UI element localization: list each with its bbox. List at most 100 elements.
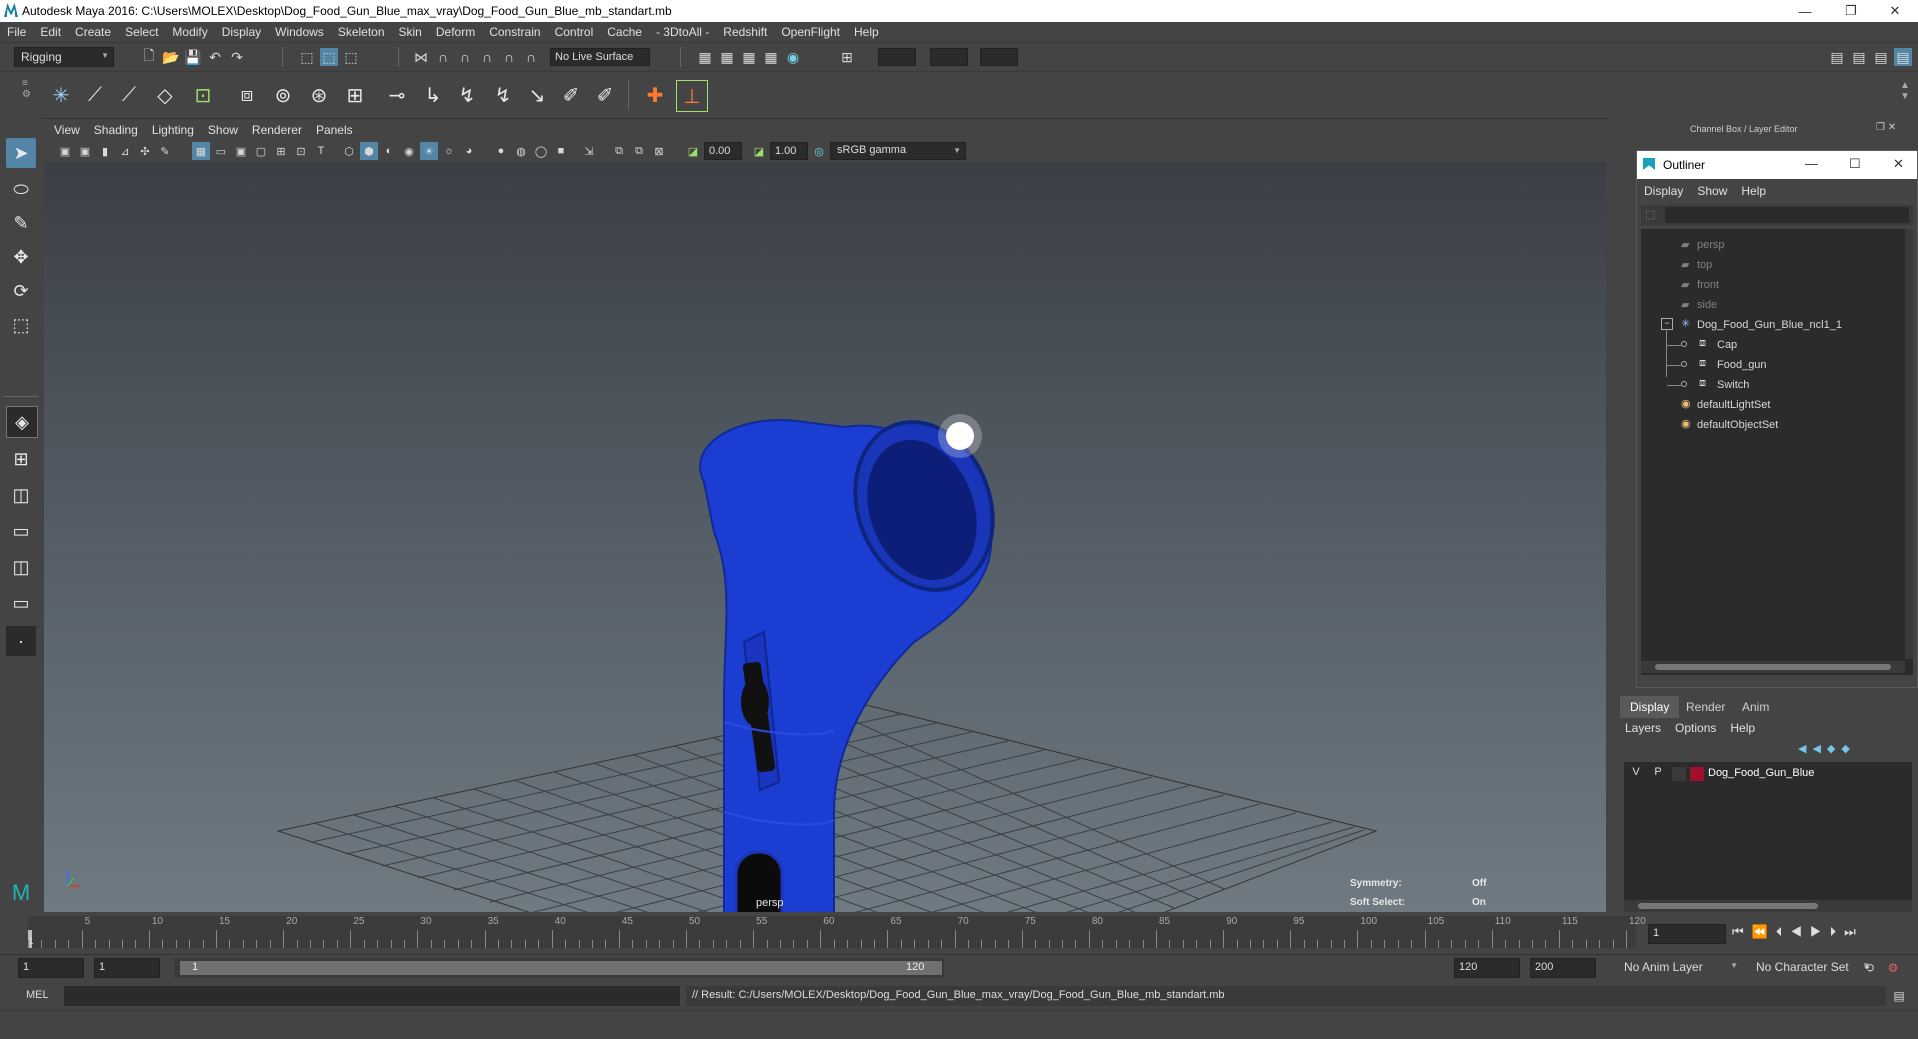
end-time-field[interactable]: 200 (1530, 958, 1596, 978)
hypershade-icon[interactable]: ◉ (784, 48, 802, 66)
restore-button[interactable]: ❐ (1828, 0, 1874, 22)
wireframe-on-shaded-icon[interactable]: ◐ (380, 142, 398, 160)
blend-shape-icon[interactable]: ⊞ (340, 80, 370, 110)
motion-blur-icon[interactable]: ● (492, 142, 510, 160)
layer-color-swatch[interactable] (1690, 767, 1704, 781)
paint-weights-icon[interactable]: ✐ (556, 80, 586, 110)
layer-action-icons[interactable]: ◀◀◆◆ (1798, 742, 1856, 755)
select-hierarchy-icon[interactable]: ⬚ (298, 48, 316, 66)
outliner-maximize-button[interactable]: ☐ (1849, 156, 1861, 172)
outliner-menu-display[interactable]: Display (1637, 181, 1690, 198)
outliner-vertical-scrollbar[interactable] (1905, 229, 1913, 659)
z-field[interactable] (980, 48, 1018, 66)
locator-icon[interactable]: ✐ (590, 80, 620, 110)
camera-attr-icon[interactable]: ▣ (76, 142, 94, 160)
outliner-item-side[interactable]: ▰ side (1641, 295, 1913, 315)
ipr-render-icon[interactable]: ▦ (740, 48, 758, 66)
gate-mask-icon[interactable]: ▢ (252, 142, 270, 160)
vp-menu-shading[interactable]: Shading (87, 120, 145, 137)
render-view-icon[interactable]: ▦ (762, 48, 780, 66)
color-management-icon[interactable]: ◎ (810, 142, 828, 160)
menu-openflight[interactable]: OpenFlight (774, 22, 847, 39)
lasso-tool-icon[interactable]: ⬭ (6, 174, 36, 204)
outliner-menu-help[interactable]: Help (1734, 181, 1773, 198)
menu-3dtoall[interactable]: - 3DtoAll - (649, 22, 716, 39)
textured-icon[interactable]: ◉ (400, 142, 418, 160)
exposure-field[interactable]: 0.00 (704, 142, 742, 160)
outliner-item-switch[interactable]: ⧈ Switch (1641, 375, 1913, 395)
snap-point-icon[interactable]: ∩ (456, 48, 474, 66)
play-back-icon[interactable]: ◀ (1790, 924, 1810, 939)
layer-menu-help[interactable]: Help (1723, 718, 1762, 735)
wireframe-icon[interactable]: ⬡ (340, 142, 358, 160)
persp-graph-layout-icon[interactable]: ▭ (6, 516, 36, 546)
snap-surface-icon[interactable]: ∩ (500, 48, 518, 66)
multisample-aa-icon[interactable]: ◍ (512, 142, 530, 160)
film-gate-icon[interactable]: ▭ (212, 142, 230, 160)
rotate-tool-icon[interactable]: ⟳ (6, 276, 36, 306)
add-attr-icon[interactable]: ✚ (640, 80, 670, 110)
camera-select-icon[interactable]: ▣ (56, 142, 74, 160)
step-forward-icon[interactable]: ⏵ (1830, 924, 1845, 939)
menu-create[interactable]: Create (68, 22, 118, 39)
connection-editor-icon[interactable]: ⊥ (676, 80, 708, 112)
point-constraint-icon[interactable]: ⊸ (382, 80, 412, 110)
range-slider-handle[interactable] (180, 961, 942, 975)
outliner-item-group[interactable]: − ✳ Dog_Food_Gun_Blue_ncl1_1 (1641, 315, 1913, 335)
x-field[interactable] (878, 48, 916, 66)
perspective-viewport[interactable]: persp Symmetry: Off Soft Select: On (44, 162, 1606, 912)
menu-modify[interactable]: Modify (165, 22, 214, 39)
script-editor-icon[interactable]: ▤ (1890, 987, 1908, 1005)
range-slider[interactable]: 1 120 (174, 958, 944, 978)
tab-display[interactable]: Display (1620, 696, 1680, 718)
move-tool-icon[interactable]: ✥ (6, 242, 36, 272)
live-surface-field[interactable]: No Live Surface (550, 48, 650, 66)
close-button[interactable]: ✕ (1872, 0, 1918, 22)
safe-action-icon[interactable]: ⊡ (292, 142, 310, 160)
hypershade-layout-icon[interactable]: ◫ (6, 552, 36, 582)
menu-file[interactable]: File (0, 22, 33, 39)
menu-skeleton[interactable]: Skeleton (331, 22, 392, 39)
snap-grid-icon[interactable]: ⋈ (412, 48, 430, 66)
layer-row[interactable]: V P Dog_Food_Gun_Blue (1624, 764, 1912, 784)
outliner-layout-icon[interactable]: ▭ (6, 588, 36, 618)
outliner-horizontal-scrollbar[interactable] (1641, 661, 1905, 673)
orient-constraint-icon[interactable]: ↳ (418, 80, 448, 110)
scale-constraint-icon[interactable]: ↯ (452, 80, 482, 110)
go-to-start-icon[interactable]: ⏮ (1732, 924, 1752, 939)
step-back-key-icon[interactable]: ⏪ (1752, 924, 1776, 939)
parent-constraint-icon[interactable]: ⊡ (188, 80, 218, 110)
vp-menu-lighting[interactable]: Lighting (145, 120, 201, 137)
select-component-icon[interactable]: ⬚ (342, 48, 360, 66)
render-frame-icon[interactable]: ▦ (718, 48, 736, 66)
select-tool-icon[interactable]: ➤ (6, 138, 36, 168)
layer-menu-layers[interactable]: Layers (1618, 718, 1668, 735)
lattice-icon[interactable]: ⊚ (268, 80, 298, 110)
minimize-button[interactable]: — (1782, 0, 1828, 22)
outliner-item-front[interactable]: ▰ front (1641, 275, 1913, 295)
pole-vector-icon[interactable]: ↘ (522, 80, 552, 110)
layer-visibility-toggle[interactable]: V (1628, 766, 1644, 782)
gamma-icon[interactable]: ◪ (750, 142, 768, 160)
animation-prefs-icon[interactable]: ⚙ (1884, 959, 1902, 977)
outliner-item-default-light-set[interactable]: ◉ defaultLightSet (1641, 395, 1913, 415)
xray-icon[interactable]: ⇲ (580, 142, 598, 160)
exposure-icon[interactable]: ◪ (684, 142, 702, 160)
outliner-item-top[interactable]: ▰ top (1641, 255, 1913, 275)
paint-select-tool-icon[interactable]: ✎ (6, 208, 36, 238)
tool-settings-icon[interactable]: ▤ (1872, 48, 1890, 66)
layer-scrollbar[interactable] (1624, 900, 1912, 912)
menu-edit[interactable]: Edit (33, 22, 68, 39)
menu-deform[interactable]: Deform (429, 22, 482, 39)
snap-magnet-icon[interactable]: ∩ (522, 48, 540, 66)
outliner-menu-show[interactable]: Show (1690, 181, 1734, 198)
attribute-editor-icon[interactable]: ▤ (1850, 48, 1868, 66)
depth-of-field-icon[interactable]: ◯ (532, 142, 550, 160)
custom-layout-icon[interactable]: · (6, 626, 36, 656)
command-input[interactable] (64, 986, 680, 1006)
start-time-field[interactable]: 1 (18, 958, 84, 978)
vp-menu-renderer[interactable]: Renderer (245, 120, 309, 137)
backface-culling-icon[interactable]: ⊠ (650, 142, 668, 160)
transform-mode-icon[interactable]: ⊞ (838, 48, 856, 66)
y-field[interactable] (930, 48, 968, 66)
